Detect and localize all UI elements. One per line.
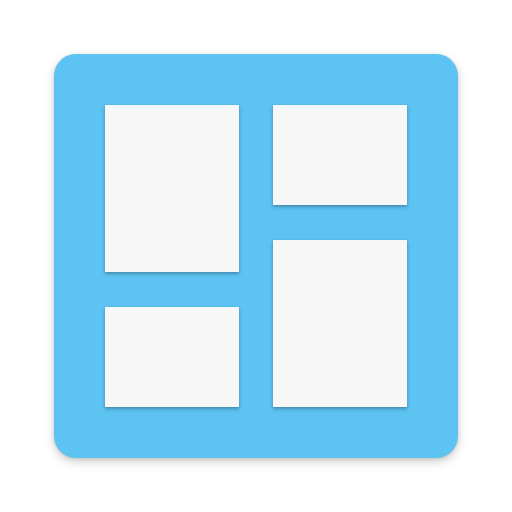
tall-card-bottom-right	[273, 240, 407, 407]
short-card-bottom-left	[105, 307, 239, 407]
short-card-top-right	[273, 105, 407, 205]
app-icon-canvas	[0, 0, 512, 512]
tall-card-top-left	[105, 105, 239, 272]
